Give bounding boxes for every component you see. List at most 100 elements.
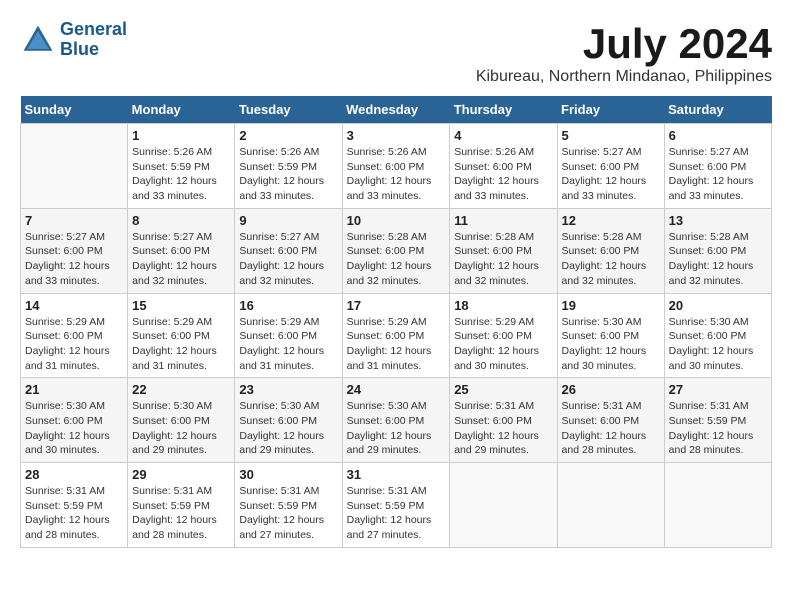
day-info: Sunrise: 5:29 AMSunset: 6:00 PMDaylight:… — [25, 315, 123, 374]
calendar-cell: 22 Sunrise: 5:30 AMSunset: 6:00 PMDayligh… — [128, 378, 235, 463]
day-number: 5 — [562, 128, 660, 143]
weekday-header: Thursday — [450, 96, 557, 124]
day-info: Sunrise: 5:31 AMSunset: 5:59 PMDaylight:… — [347, 484, 446, 543]
calendar-cell: 28 Sunrise: 5:31 AMSunset: 5:59 PMDayligh… — [21, 463, 128, 548]
calendar-cell: 19 Sunrise: 5:30 AMSunset: 6:00 PMDayligh… — [557, 293, 664, 378]
day-number: 31 — [347, 467, 446, 482]
calendar-cell: 21 Sunrise: 5:30 AMSunset: 6:00 PMDayligh… — [21, 378, 128, 463]
day-info: Sunrise: 5:31 AMSunset: 6:00 PMDaylight:… — [562, 399, 660, 458]
calendar-cell: 8 Sunrise: 5:27 AMSunset: 6:00 PMDaylight… — [128, 208, 235, 293]
day-info: Sunrise: 5:29 AMSunset: 6:00 PMDaylight:… — [347, 315, 446, 374]
day-number: 21 — [25, 382, 123, 397]
calendar-cell: 14 Sunrise: 5:29 AMSunset: 6:00 PMDayligh… — [21, 293, 128, 378]
day-number: 28 — [25, 467, 123, 482]
day-info: Sunrise: 5:29 AMSunset: 6:00 PMDaylight:… — [132, 315, 230, 374]
day-info: Sunrise: 5:27 AMSunset: 6:00 PMDaylight:… — [25, 230, 123, 289]
day-number: 19 — [562, 298, 660, 313]
day-info: Sunrise: 5:28 AMSunset: 6:00 PMDaylight:… — [454, 230, 552, 289]
calendar-cell: 12Sunrise: 5:28 AMSunset: 6:00 PMDayligh… — [557, 208, 664, 293]
day-info: Sunrise: 5:26 AMSunset: 6:00 PMDaylight:… — [347, 145, 446, 204]
day-info: Sunrise: 5:28 AMSunset: 6:00 PMDaylight:… — [669, 230, 767, 289]
location-title: Kibureau, Northern Mindanao, Philippines — [476, 68, 772, 86]
calendar-cell: 1 Sunrise: 5:26 AMSunset: 5:59 PMDaylight… — [128, 124, 235, 209]
calendar-cell: 29 Sunrise: 5:31 AMSunset: 5:59 PMDayligh… — [128, 463, 235, 548]
day-info: Sunrise: 5:31 AMSunset: 5:59 PMDaylight:… — [669, 399, 767, 458]
calendar-cell: 13 Sunrise: 5:28 AMSunset: 6:00 PMDayligh… — [664, 208, 771, 293]
day-number: 23 — [239, 382, 337, 397]
day-info: Sunrise: 5:27 AMSunset: 6:00 PMDaylight:… — [239, 230, 337, 289]
day-info: Sunrise: 5:30 AMSunset: 6:00 PMDaylight:… — [562, 315, 660, 374]
calendar-cell: 27 Sunrise: 5:31 AMSunset: 5:59 PMDayligh… — [664, 378, 771, 463]
day-number: 10 — [347, 213, 446, 228]
calendar-cell: 2 Sunrise: 5:26 AMSunset: 5:59 PMDaylight… — [235, 124, 342, 209]
day-number: 17 — [347, 298, 446, 313]
calendar-cell: 15 Sunrise: 5:29 AMSunset: 6:00 PMDayligh… — [128, 293, 235, 378]
logo-icon — [20, 22, 56, 58]
day-number: 26 — [562, 382, 660, 397]
day-number: 13 — [669, 213, 767, 228]
logo: General Blue — [20, 20, 127, 60]
logo-text: General Blue — [60, 20, 127, 60]
calendar-cell — [450, 463, 557, 548]
calendar-cell: 9 Sunrise: 5:27 AMSunset: 6:00 PMDaylight… — [235, 208, 342, 293]
calendar-cell: 25Sunrise: 5:31 AMSunset: 6:00 PMDayligh… — [450, 378, 557, 463]
day-number: 1 — [132, 128, 230, 143]
day-number: 24 — [347, 382, 446, 397]
day-number: 15 — [132, 298, 230, 313]
day-number: 6 — [669, 128, 767, 143]
day-info: Sunrise: 5:30 AMSunset: 6:00 PMDaylight:… — [25, 399, 123, 458]
calendar-cell — [664, 463, 771, 548]
day-info: Sunrise: 5:30 AMSunset: 6:00 PMDaylight:… — [347, 399, 446, 458]
weekday-header: Tuesday — [235, 96, 342, 124]
day-info: Sunrise: 5:31 AMSunset: 6:00 PMDaylight:… — [454, 399, 552, 458]
day-number: 18 — [454, 298, 552, 313]
day-info: Sunrise: 5:27 AMSunset: 6:00 PMDaylight:… — [669, 145, 767, 204]
day-number: 30 — [239, 467, 337, 482]
weekday-header: Wednesday — [342, 96, 450, 124]
day-info: Sunrise: 5:26 AMSunset: 6:00 PMDaylight:… — [454, 145, 552, 204]
calendar-cell: 24 Sunrise: 5:30 AMSunset: 6:00 PMDayligh… — [342, 378, 450, 463]
day-info: Sunrise: 5:29 AMSunset: 6:00 PMDaylight:… — [454, 315, 552, 374]
day-info: Sunrise: 5:31 AMSunset: 5:59 PMDaylight:… — [239, 484, 337, 543]
calendar-cell: 17 Sunrise: 5:29 AMSunset: 6:00 PMDayligh… — [342, 293, 450, 378]
day-number: 27 — [669, 382, 767, 397]
calendar-cell: 31 Sunrise: 5:31 AMSunset: 5:59 PMDayligh… — [342, 463, 450, 548]
day-number: 3 — [347, 128, 446, 143]
calendar-cell: 6 Sunrise: 5:27 AMSunset: 6:00 PMDaylight… — [664, 124, 771, 209]
day-info: Sunrise: 5:26 AMSunset: 5:59 PMDaylight:… — [132, 145, 230, 204]
calendar-cell: 30 Sunrise: 5:31 AMSunset: 5:59 PMDayligh… — [235, 463, 342, 548]
title-section: July 2024 Kibureau, Northern Mindanao, P… — [476, 20, 772, 86]
weekday-header: Monday — [128, 96, 235, 124]
day-info: Sunrise: 5:31 AMSunset: 5:59 PMDaylight:… — [25, 484, 123, 543]
day-info: Sunrise: 5:28 AMSunset: 6:00 PMDaylight:… — [347, 230, 446, 289]
day-number: 7 — [25, 213, 123, 228]
day-info: Sunrise: 5:27 AMSunset: 6:00 PMDaylight:… — [132, 230, 230, 289]
day-number: 8 — [132, 213, 230, 228]
day-info: Sunrise: 5:26 AMSunset: 5:59 PMDaylight:… — [239, 145, 337, 204]
day-info: Sunrise: 5:30 AMSunset: 6:00 PMDaylight:… — [132, 399, 230, 458]
day-number: 4 — [454, 128, 552, 143]
calendar-cell: 4 Sunrise: 5:26 AMSunset: 6:00 PMDaylight… — [450, 124, 557, 209]
calendar-cell: 11Sunrise: 5:28 AMSunset: 6:00 PMDayligh… — [450, 208, 557, 293]
day-number: 9 — [239, 213, 337, 228]
day-number: 14 — [25, 298, 123, 313]
calendar-cell: 10 Sunrise: 5:28 AMSunset: 6:00 PMDayligh… — [342, 208, 450, 293]
page-header: General Blue July 2024 Kibureau, Norther… — [20, 20, 772, 86]
calendar-table: SundayMondayTuesdayWednesdayThursdayFrid… — [20, 96, 772, 548]
weekday-header: Saturday — [664, 96, 771, 124]
calendar-cell: 26 Sunrise: 5:31 AMSunset: 6:00 PMDayligh… — [557, 378, 664, 463]
calendar-cell: 7 Sunrise: 5:27 AMSunset: 6:00 PMDaylight… — [21, 208, 128, 293]
day-info: Sunrise: 5:30 AMSunset: 6:00 PMDaylight:… — [669, 315, 767, 374]
day-info: Sunrise: 5:30 AMSunset: 6:00 PMDaylight:… — [239, 399, 337, 458]
day-info: Sunrise: 5:29 AMSunset: 6:00 PMDaylight:… — [239, 315, 337, 374]
calendar-cell: 3 Sunrise: 5:26 AMSunset: 6:00 PMDaylight… — [342, 124, 450, 209]
weekday-header: Friday — [557, 96, 664, 124]
day-number: 2 — [239, 128, 337, 143]
calendar-cell: 23 Sunrise: 5:30 AMSunset: 6:00 PMDayligh… — [235, 378, 342, 463]
calendar-cell: 18 Sunrise: 5:29 AMSunset: 6:00 PMDayligh… — [450, 293, 557, 378]
day-number: 29 — [132, 467, 230, 482]
calendar-cell: 16Sunrise: 5:29 AMSunset: 6:00 PMDayligh… — [235, 293, 342, 378]
day-number: 22 — [132, 382, 230, 397]
calendar-cell — [557, 463, 664, 548]
day-info: Sunrise: 5:31 AMSunset: 5:59 PMDaylight:… — [132, 484, 230, 543]
